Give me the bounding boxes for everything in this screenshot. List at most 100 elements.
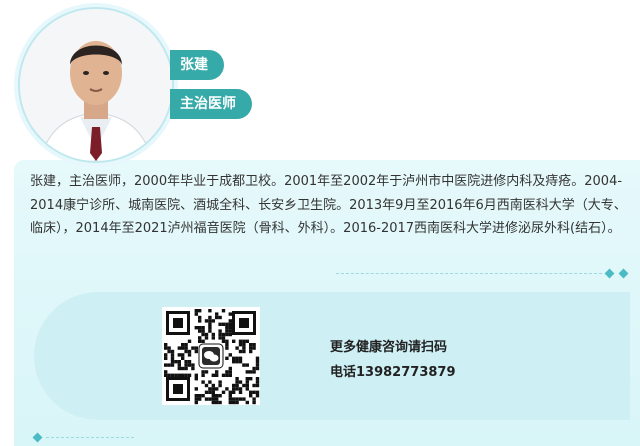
qr-module <box>211 397 215 401</box>
qr-module <box>245 339 249 343</box>
qr-module <box>232 390 236 394</box>
qr-module <box>184 343 188 347</box>
qr-module <box>235 400 239 405</box>
qr-module <box>211 387 215 391</box>
qr-module <box>215 315 219 320</box>
qr-module <box>191 366 195 371</box>
qr-module <box>194 312 198 316</box>
qr-module <box>238 356 243 360</box>
qr-module <box>221 332 226 337</box>
qr-module <box>170 373 175 377</box>
qr-module <box>218 383 222 388</box>
qr-module <box>252 397 256 401</box>
qr-module <box>249 390 253 394</box>
qr-module <box>235 387 239 391</box>
qr-module <box>238 387 243 391</box>
qr-module <box>194 397 198 401</box>
qr-module <box>211 383 215 388</box>
divider-lower <box>46 437 134 438</box>
qr-module <box>255 390 260 394</box>
qr-code-graphic <box>162 307 260 405</box>
qr-module <box>235 380 239 384</box>
qr-module <box>170 349 175 354</box>
qr-module <box>249 370 253 374</box>
qr-module <box>211 394 215 398</box>
qr-module <box>228 400 232 405</box>
qr-module <box>177 373 181 377</box>
qr-module <box>201 332 205 337</box>
qr-module <box>211 336 215 340</box>
qr-module <box>184 366 188 371</box>
qr-module <box>242 346 246 350</box>
qr-module <box>255 363 260 367</box>
qr-module <box>228 312 232 316</box>
qr-module <box>191 363 195 367</box>
qr-module <box>215 400 219 405</box>
qr-module <box>204 319 209 323</box>
wechat-qr-code-icon[interactable] <box>162 307 260 405</box>
qr-module <box>235 360 239 364</box>
qr-module <box>228 373 232 377</box>
qr-module <box>204 390 209 394</box>
qr-module <box>208 319 212 323</box>
qr-module <box>198 339 202 343</box>
qr-module <box>215 397 219 401</box>
doctor-name-tag: 张建 <box>170 50 224 80</box>
qr-module <box>201 326 205 330</box>
qr-module <box>252 400 256 405</box>
qr-module <box>218 329 222 333</box>
qr-module <box>225 356 229 360</box>
qr-module <box>187 353 192 357</box>
qr-module <box>255 383 260 388</box>
qr-module <box>198 397 202 401</box>
qr-module <box>177 346 181 350</box>
qr-module <box>201 380 205 384</box>
qr-module <box>215 373 219 377</box>
qr-module <box>177 363 181 367</box>
qr-module <box>228 394 232 398</box>
qr-module <box>252 346 256 350</box>
qr-module <box>252 383 256 388</box>
qr-module <box>198 329 202 333</box>
qr-module <box>232 383 236 388</box>
qr-module <box>232 356 236 360</box>
qr-module <box>228 326 232 330</box>
qr-module <box>181 356 185 360</box>
qr-module <box>194 400 198 405</box>
qr-module <box>204 383 209 388</box>
qr-module <box>187 363 192 367</box>
qr-module <box>235 383 239 388</box>
qr-module <box>225 332 229 337</box>
qr-module <box>225 322 229 326</box>
qr-module <box>198 326 202 330</box>
qr-module <box>167 373 171 377</box>
qr-module <box>225 329 229 333</box>
qr-module <box>208 329 212 333</box>
qr-module <box>218 336 222 340</box>
qr-module <box>252 343 256 347</box>
qr-module <box>249 394 253 398</box>
qr-module <box>184 363 188 367</box>
doctor-photo <box>20 9 172 161</box>
qr-module <box>255 360 260 364</box>
qr-module <box>255 356 260 360</box>
qr-module <box>215 312 219 316</box>
qr-module <box>184 360 188 364</box>
qr-module <box>218 394 222 398</box>
qr-module <box>228 332 232 337</box>
qr-module <box>238 380 243 384</box>
qr-module <box>208 326 212 330</box>
qr-module <box>242 397 246 401</box>
qr-module <box>208 387 212 391</box>
qr-module <box>208 397 212 401</box>
qr-module <box>245 387 249 391</box>
qr-module <box>177 366 181 371</box>
qr-module <box>204 332 209 337</box>
qr-module <box>194 373 198 377</box>
qr-module <box>194 326 198 330</box>
qr-module <box>238 349 243 354</box>
qr-module <box>225 343 229 347</box>
qr-module <box>194 387 198 391</box>
qr-module <box>198 315 202 320</box>
qr-module <box>221 339 226 343</box>
